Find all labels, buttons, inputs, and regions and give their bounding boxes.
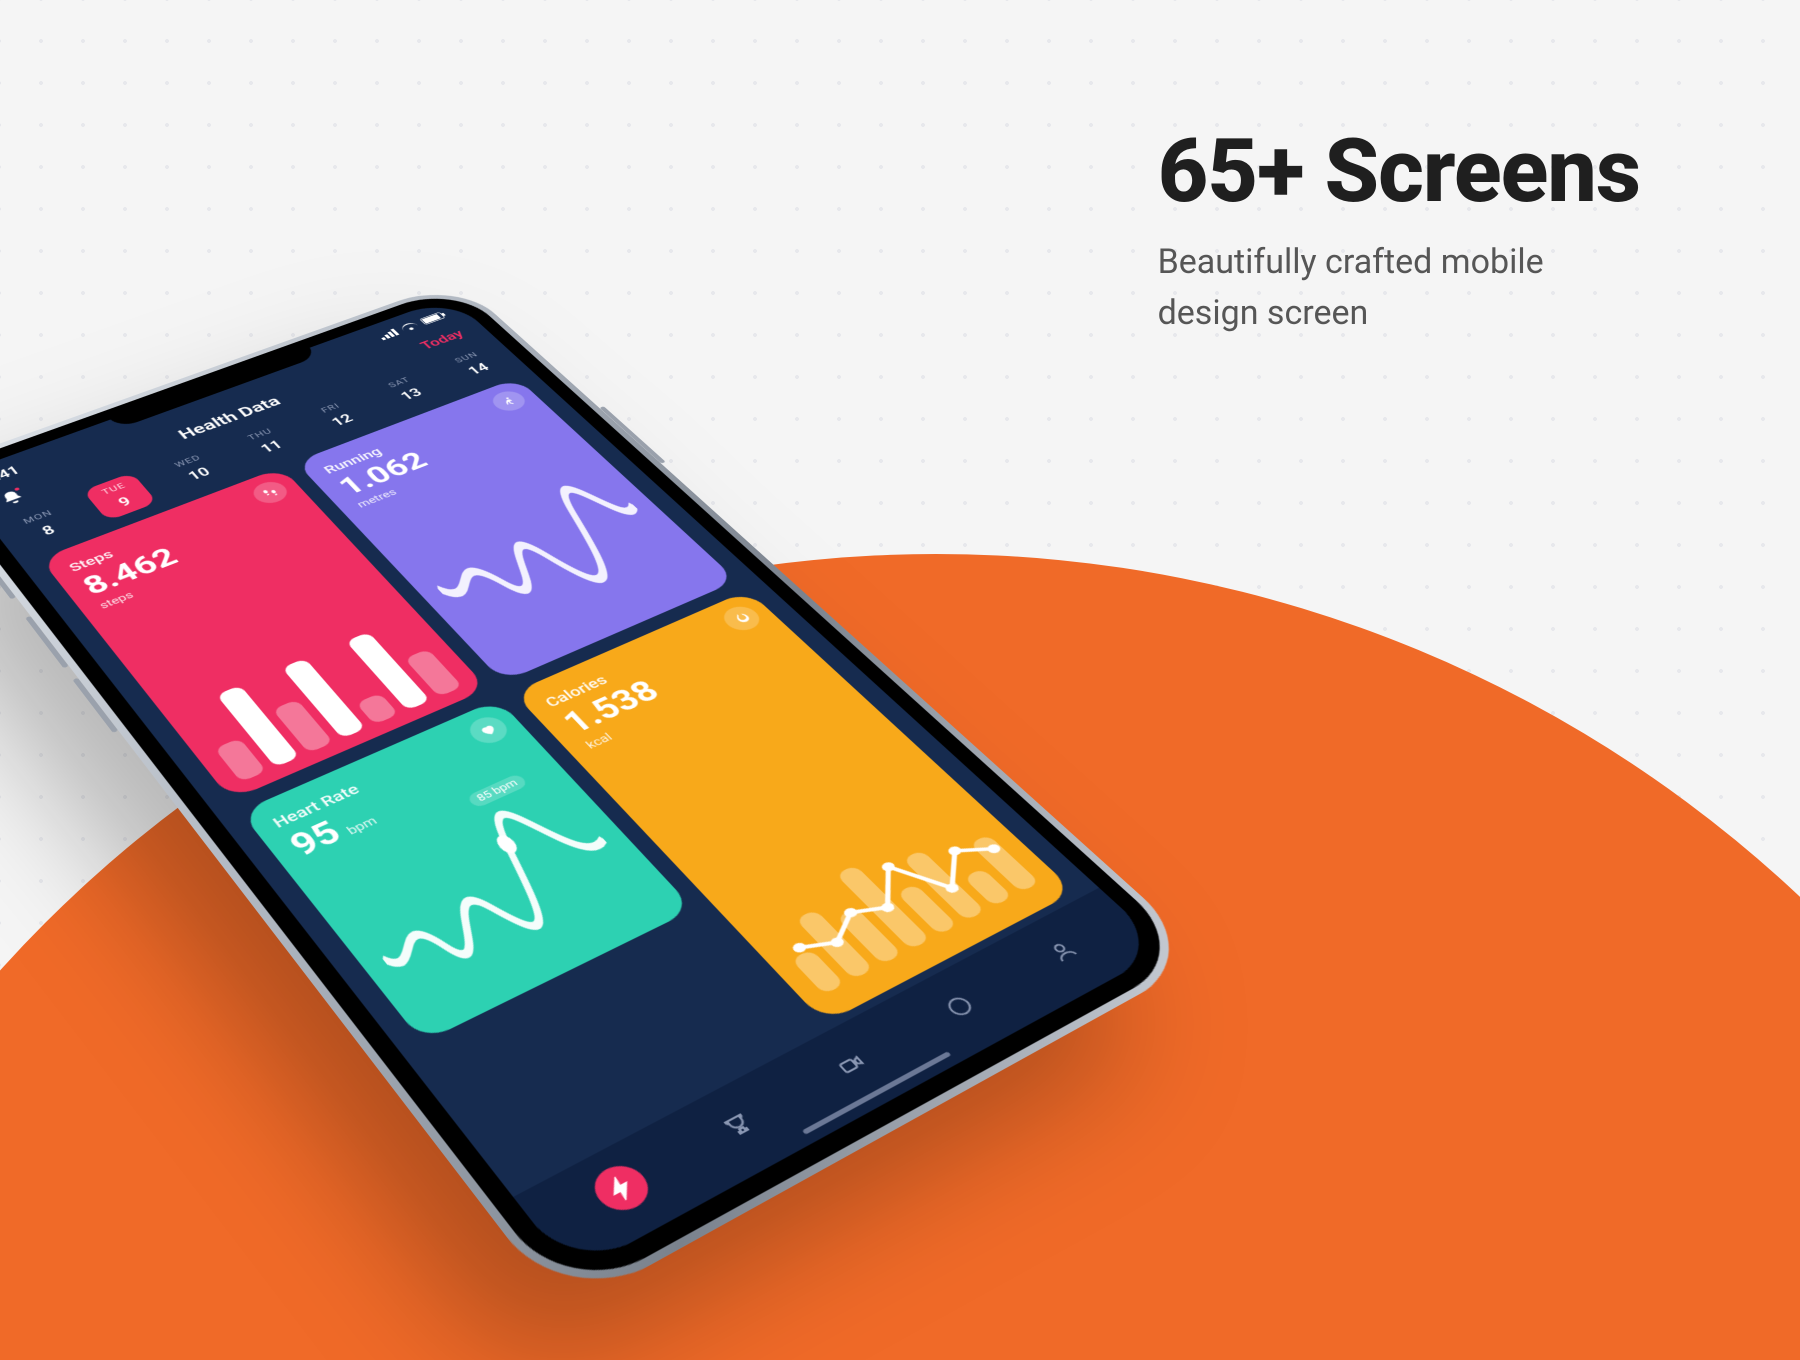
card-title: Heart Rate [269,718,505,831]
heart-icon [463,713,514,748]
tab-activity[interactable] [584,1158,658,1219]
heart-line-chart: 85 bpm [312,769,666,1021]
card-heart-rate[interactable]: Heart Rate 95 bpm 85 bpm [240,699,694,1042]
steps-bar-chart [183,619,463,782]
day-wed[interactable]: WED10 [157,445,231,492]
card-value: 95 [284,817,348,862]
day-thu[interactable]: THU11 [230,419,304,465]
calories-combo-chart [742,803,1047,1002]
bolt-icon [601,1172,641,1205]
peak-label: 85 bpm [466,773,529,809]
star-badge-icon [940,992,979,1021]
day-fri[interactable]: FRI12 [301,393,374,438]
canvas: 65+ Screens Beautifully crafted mobile d… [0,0,1800,1360]
marketing-copy: 65+ Screens Beautifully crafted mobile d… [1158,120,1640,339]
day-mon[interactable]: MON8 [6,500,81,550]
video-icon [832,1049,871,1079]
signal-icon [377,329,399,341]
phone-scene: 9:41 Health Da [150,60,850,1320]
day-sat[interactable]: SAT13 [370,368,443,412]
trophy-icon [719,1109,759,1141]
tab-trophy[interactable] [702,1096,775,1154]
day-sun[interactable]: SUN14 [438,343,510,386]
tab-profile[interactable] [1028,926,1098,977]
card-unit: bpm [343,814,380,838]
battery-icon [419,312,445,325]
subhead: Beautifully crafted mobile design screen [1158,237,1640,339]
headline: 65+ Screens [1158,120,1640,223]
user-icon [1044,937,1082,965]
day-tue[interactable]: TUE9 [83,472,158,521]
tab-video[interactable] [815,1037,887,1093]
wifi-icon [399,321,420,332]
tab-star[interactable] [924,980,995,1033]
